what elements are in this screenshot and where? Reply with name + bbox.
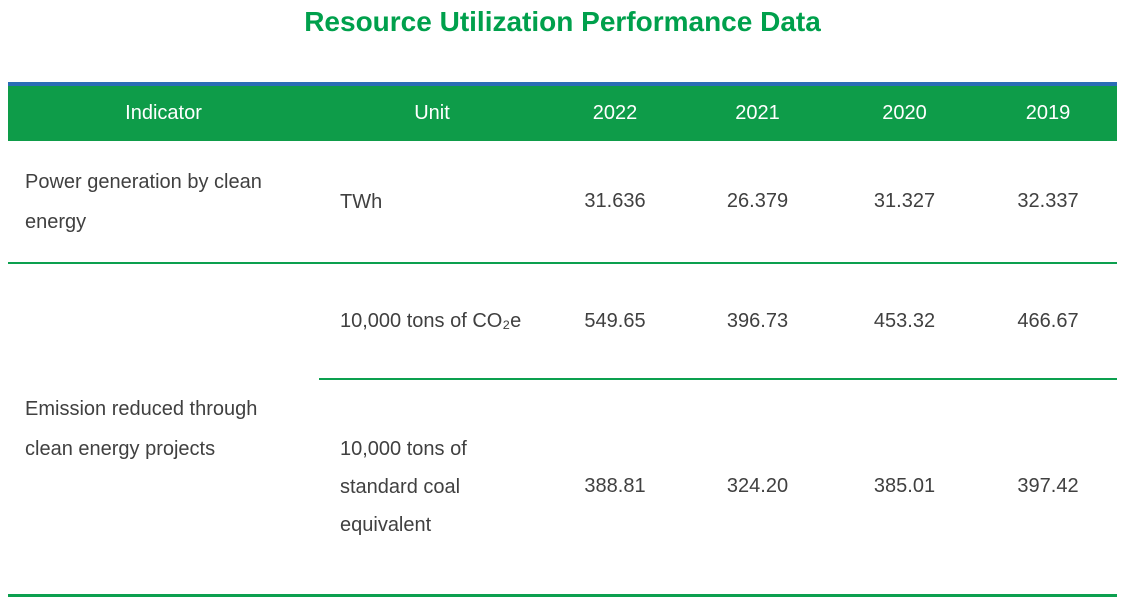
table-row-emission-co2e: Emission reduced through clean energy pr… (8, 263, 1117, 379)
value-cell-2021: 324.20 (685, 379, 830, 595)
column-header-2021: 2021 (685, 84, 830, 141)
unit-cell: TWh (319, 141, 545, 263)
value-cell-2022: 31.636 (545, 141, 685, 263)
value-cell-2019: 32.337 (979, 141, 1117, 263)
value-cell-2021: 396.73 (685, 263, 830, 379)
performance-table: Indicator Unit 2022 2021 2020 2019 Power… (8, 82, 1117, 597)
value-cell-2020: 31.327 (830, 141, 979, 263)
value-cell-2020: 385.01 (830, 379, 979, 595)
indicator-cell: Power generation by clean energy (8, 141, 319, 263)
value-cell-2019: 397.42 (979, 379, 1117, 595)
header-row: Indicator Unit 2022 2021 2020 2019 (8, 84, 1117, 141)
column-header-indicator: Indicator (8, 84, 319, 141)
page-title: Resource Utilization Performance Data (0, 0, 1125, 38)
value-cell-2022: 549.65 (545, 263, 685, 379)
value-cell-2020: 453.32 (830, 263, 979, 379)
unit-cell: 10,000 tons of CO₂e (319, 263, 545, 379)
table-row-power-generation: Power generation by clean energy TWh 31.… (8, 141, 1117, 263)
column-header-unit: Unit (319, 84, 545, 141)
value-cell-2022: 388.81 (545, 379, 685, 595)
value-cell-2019: 466.67 (979, 263, 1117, 379)
column-header-2020: 2020 (830, 84, 979, 141)
indicator-cell-merged: Emission reduced through clean energy pr… (8, 263, 319, 595)
column-header-2022: 2022 (545, 84, 685, 141)
column-header-2019: 2019 (979, 84, 1117, 141)
value-cell-2021: 26.379 (685, 141, 830, 263)
unit-cell: 10,000 tons of standard coal equivalent (319, 379, 545, 595)
